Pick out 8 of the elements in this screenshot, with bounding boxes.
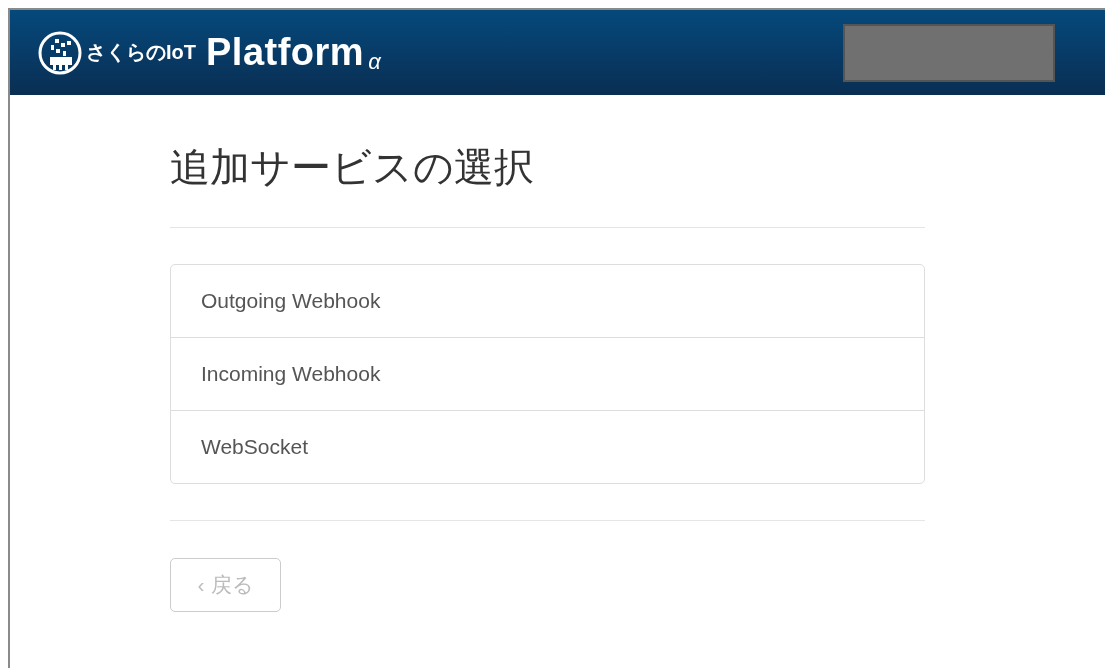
brand-name: さくらのIoT: [86, 40, 196, 65]
service-item[interactable]: WebSocket: [171, 410, 924, 483]
page-title: 追加サービスの選択: [170, 140, 925, 228]
service-item[interactable]: Incoming Webhook: [171, 337, 924, 410]
product-name: Platform: [206, 31, 365, 74]
logo-icon: [38, 30, 82, 75]
service-item[interactable]: Outgoing Webhook: [171, 265, 924, 337]
product-suffix: α: [368, 48, 381, 75]
